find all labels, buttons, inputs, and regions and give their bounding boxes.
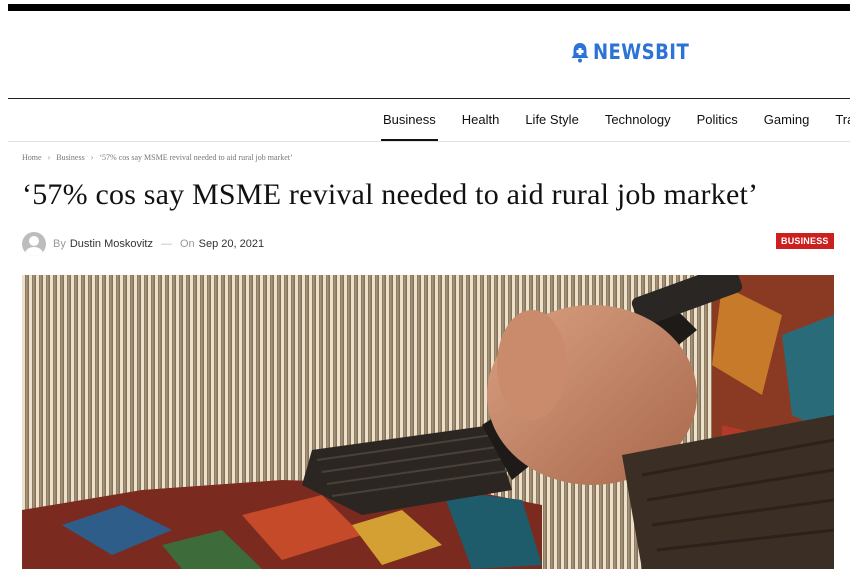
breadcrumb-separator: ›	[90, 153, 94, 162]
top-bar	[8, 4, 850, 11]
author-name[interactable]: Dustin Moskovitz	[70, 238, 153, 250]
nav-item-gaming[interactable]: Gaming	[751, 99, 823, 141]
author-avatar[interactable]	[22, 232, 46, 256]
loom-weaving-image	[22, 275, 834, 569]
nav-bottom-border	[8, 141, 850, 142]
site-name: NEWSBIT	[593, 40, 690, 64]
category-badge[interactable]: BUSINESS	[776, 233, 834, 249]
breadcrumb-separator: ›	[47, 153, 51, 162]
nav-item-life-style[interactable]: Life Style	[512, 99, 591, 141]
nav-item-health[interactable]: Health	[449, 99, 513, 141]
breadcrumb-home[interactable]: Home	[22, 153, 42, 162]
meta-divider: —	[160, 238, 172, 250]
nav-item-travel[interactable]: Tra	[822, 99, 850, 141]
breadcrumb-current: ‘57% cos say MSME revival needed to aid …	[99, 153, 293, 162]
article-meta: By Dustin Moskovitz — On Sep 20, 2021	[22, 232, 264, 256]
nav-item-technology[interactable]: Technology	[592, 99, 684, 141]
site-logo[interactable]: NEWSBIT	[569, 40, 705, 64]
breadcrumb-business[interactable]: Business	[56, 153, 84, 162]
nav-item-politics[interactable]: Politics	[684, 99, 751, 141]
main-nav: Business Health Life Style Technology Po…	[370, 99, 850, 141]
nav-item-business[interactable]: Business	[370, 99, 449, 141]
article-title: ‘57% cos say MSME revival needed to aid …	[22, 178, 759, 211]
bell-icon	[571, 43, 589, 63]
breadcrumb: Home › Business › ‘57% cos say MSME revi…	[22, 153, 293, 162]
by-label: By	[53, 238, 66, 250]
featured-image	[22, 275, 834, 569]
on-label: On	[179, 238, 195, 250]
publish-date: Sep 20, 2021	[198, 238, 265, 250]
